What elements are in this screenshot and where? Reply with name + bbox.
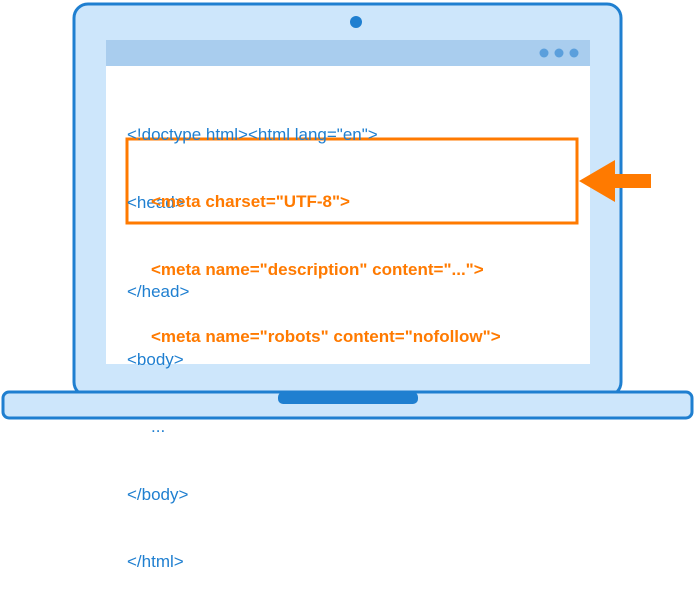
code-block-meta-highlight: <meta charset="UTF-8"> <meta name="descr… (151, 146, 501, 371)
code-line-html-close: </html> (127, 552, 184, 571)
code-line-ellipsis: ... (151, 417, 166, 436)
code-line-head-close: </head> (127, 282, 190, 301)
laptop-base-notch (278, 392, 418, 404)
code-line-doctype: <!doctype html><html lang="en"> (127, 125, 378, 144)
window-titlebar (106, 40, 590, 66)
camera-dot-icon (350, 16, 362, 28)
window-dots-icon (539, 48, 579, 58)
code-block-bottom: </head> <body> ... </body> </html> (127, 236, 189, 596)
code-line-meta-charset: <meta charset="UTF-8"> (151, 192, 350, 211)
code-line-body-close: </body> (127, 484, 189, 504)
code-line-meta-robots: <meta name="robots" content="nofollow"> (151, 327, 501, 346)
code-line-meta-description: <meta name="description" content="..."> (151, 259, 484, 279)
code-line-body-open: <body> (127, 349, 184, 369)
